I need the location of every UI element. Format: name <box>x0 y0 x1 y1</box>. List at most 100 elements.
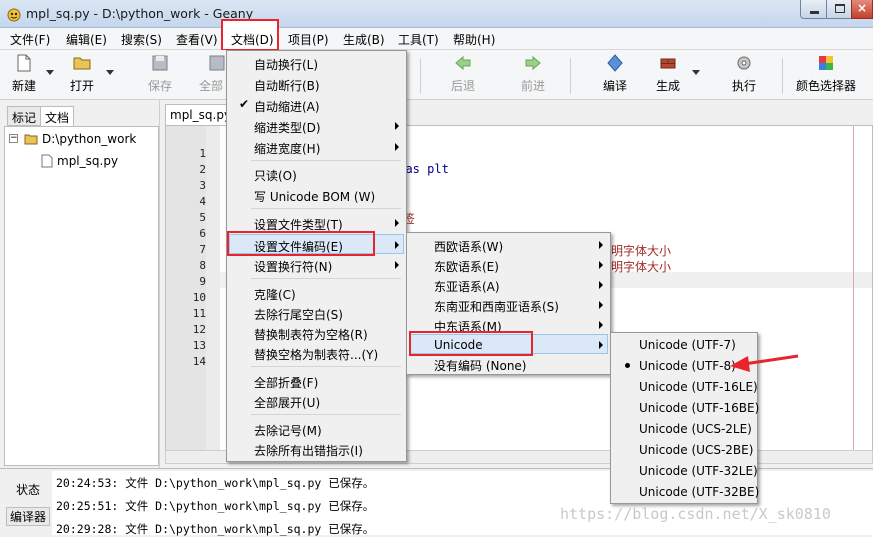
save-all-label: 全部 <box>198 79 223 93</box>
submenu-arrow-icon <box>395 261 399 269</box>
menu-edit[interactable]: 编辑(E) <box>66 31 107 48</box>
menu-item-set-filetype[interactable]: 设置文件类型(T) <box>229 213 404 233</box>
collapse-icon[interactable]: − <box>9 134 18 143</box>
toolbar: 新建 打开 保存 全部 后退 前进 编译 生成 执行 颜色选择器 <box>0 50 873 100</box>
compile-icon <box>607 54 623 72</box>
open-button[interactable]: 打开 <box>62 50 102 98</box>
checkmark-icon: ✔ <box>239 97 250 111</box>
menu-item-read-only[interactable]: 只读(O) <box>229 164 404 184</box>
editor-tab[interactable]: mpl_sq.py <box>165 104 231 126</box>
menu-item-east-asian[interactable]: 东亚语系(A) <box>409 275 608 295</box>
menu-item-line-breaking[interactable]: 自动断行(B) <box>229 74 404 94</box>
color-chooser-button[interactable]: 颜色选择器 <box>792 50 860 98</box>
menu-item-western[interactable]: 西欧语系(W) <box>409 235 608 255</box>
submenu-arrow-icon <box>599 261 603 269</box>
build-button[interactable]: 生成 <box>648 50 688 98</box>
menu-item-eastern-european[interactable]: 东欧语系(E) <box>409 255 608 275</box>
compile-label: 编译 <box>602 79 627 93</box>
tab-status[interactable]: 状态 <box>6 481 50 498</box>
menu-help[interactable]: 帮助(H) <box>453 31 495 48</box>
execute-button[interactable]: 执行 <box>724 50 764 98</box>
line-number: 3 <box>199 179 206 192</box>
line-number: 7 <box>199 243 206 256</box>
menu-item-line-endings[interactable]: 设置换行符(N) <box>229 255 404 275</box>
menu-item-unfold-all[interactable]: 全部展开(U) <box>229 391 404 411</box>
menu-file[interactable]: 文件(F) <box>10 31 50 48</box>
menu-item-utf16be[interactable]: Unicode (UTF-16BE) <box>613 398 759 418</box>
save-all-button[interactable]: 全部 <box>196 50 226 98</box>
forward-arrow-icon <box>525 55 541 71</box>
tab-symbols[interactable]: 标记 <box>7 106 42 126</box>
close-button[interactable]: × <box>851 0 873 19</box>
menu-item-utf32le[interactable]: Unicode (UTF-32LE) <box>613 461 758 481</box>
title-bar: mpl_sq.py - D:\python_work - Geany × <box>0 0 873 28</box>
save-button[interactable]: 保存 <box>140 50 180 98</box>
back-button[interactable]: 后退 <box>443 50 483 98</box>
highlight-box <box>227 231 375 256</box>
menu-tools[interactable]: 工具(T) <box>398 31 439 48</box>
line-number: 5 <box>199 211 206 224</box>
line-number: 1 <box>199 147 206 160</box>
menu-item-utf16le[interactable]: Unicode (UTF-16LE) <box>613 377 758 397</box>
menu-item-ucs2be[interactable]: Unicode (UCS-2BE) <box>613 440 755 460</box>
line-number: 12 <box>192 323 206 336</box>
menu-item-write-bom[interactable]: 写 Unicode BOM (W) <box>229 185 404 205</box>
menu-item-fold-all[interactable]: 全部折叠(F) <box>229 371 404 391</box>
menu-separator <box>251 366 401 367</box>
save-label: 保存 <box>147 79 172 93</box>
toolbar-separator <box>420 58 421 94</box>
menu-item-clone[interactable]: 克隆(C) <box>229 283 404 303</box>
menu-view[interactable]: 查看(V) <box>176 31 218 48</box>
message-line: 20:29:28: 文件 D:\python_work\mpl_sq.py 已保… <box>56 522 375 536</box>
menu-item-remove-error-indicators[interactable]: 去除所有出错指示(I) <box>229 439 404 459</box>
watermark: https://blog.csdn.net/X_sk0810 <box>560 505 831 523</box>
menu-build[interactable]: 生成(B) <box>343 31 385 48</box>
message-line: 20:25:51: 文件 D:\python_work\mpl_sq.py 已保… <box>56 499 375 513</box>
open-folder-icon <box>73 57 91 70</box>
color-palette-icon <box>819 56 833 70</box>
new-label: 新建 <box>11 79 36 93</box>
menu-document[interactable]: 文档(D) <box>221 19 279 51</box>
menu-item-strip-trailing[interactable]: 去除行尾空白(S) <box>229 303 404 323</box>
tab-compiler[interactable]: 编译器 <box>6 507 50 526</box>
tab-documents[interactable]: 文档 <box>40 106 75 127</box>
menu-item-utf32be[interactable]: Unicode (UTF-32BE) <box>613 482 759 502</box>
file-label: mpl_sq.py <box>57 154 119 168</box>
submenu-arrow-icon <box>599 321 603 329</box>
menu-item-line-wrap[interactable]: 自动换行(L) <box>229 53 404 73</box>
long-line-marker <box>853 126 854 462</box>
menu-project[interactable]: 项目(P) <box>288 31 329 48</box>
submenu-arrow-icon <box>395 122 399 130</box>
submenu-arrow-icon <box>599 281 603 289</box>
menu-item-no-encoding[interactable]: 没有编码 (None) <box>409 354 608 374</box>
menu-separator <box>251 414 401 415</box>
submenu-arrow-icon <box>599 301 603 309</box>
menu-item-spaces-to-tabs[interactable]: 替换空格为制表符...(Y) <box>229 343 404 363</box>
menu-item-southeast-asian[interactable]: 东南亚和西南亚语系(S) <box>409 295 608 315</box>
minimize-button[interactable] <box>800 0 827 19</box>
line-number: 6 <box>199 227 206 240</box>
execute-gear-icon <box>737 56 751 70</box>
compile-button[interactable]: 编译 <box>595 50 635 98</box>
line-number: 13 <box>192 339 206 352</box>
submenu-arrow-icon <box>599 341 603 349</box>
forward-button[interactable]: 前进 <box>513 50 553 98</box>
menu-separator <box>251 278 401 279</box>
code-fragment: 明字体大小 <box>611 260 672 274</box>
line-number: 10 <box>192 291 206 304</box>
menu-bar: 文件(F) 编辑(E) 搜索(S) 查看(V) 文档(D) 项目(P) 生成(B… <box>0 19 873 51</box>
menu-search[interactable]: 搜索(S) <box>121 31 162 48</box>
submenu-arrow-icon <box>395 143 399 151</box>
window-title: mpl_sq.py - D:\python_work - Geany <box>26 6 254 21</box>
menu-item-ucs2le[interactable]: Unicode (UCS-2LE) <box>613 419 755 439</box>
menu-item-tabs-to-spaces[interactable]: 替换制表符为空格(R) <box>229 323 404 343</box>
menu-item-auto-indent[interactable]: ✔ 自动缩进(A) <box>229 95 404 115</box>
menu-item-indent-type[interactable]: 缩进类型(D) <box>229 116 404 136</box>
new-button[interactable]: 新建 <box>4 50 44 98</box>
menu-item-remove-markers[interactable]: 去除记号(M) <box>229 419 404 439</box>
menu-item-indent-width[interactable]: 缩进宽度(H) <box>229 137 404 157</box>
submenu-arrow-icon <box>395 241 399 249</box>
maximize-button[interactable] <box>826 0 852 19</box>
line-number: 9 <box>199 275 206 288</box>
file-icon <box>41 154 53 168</box>
